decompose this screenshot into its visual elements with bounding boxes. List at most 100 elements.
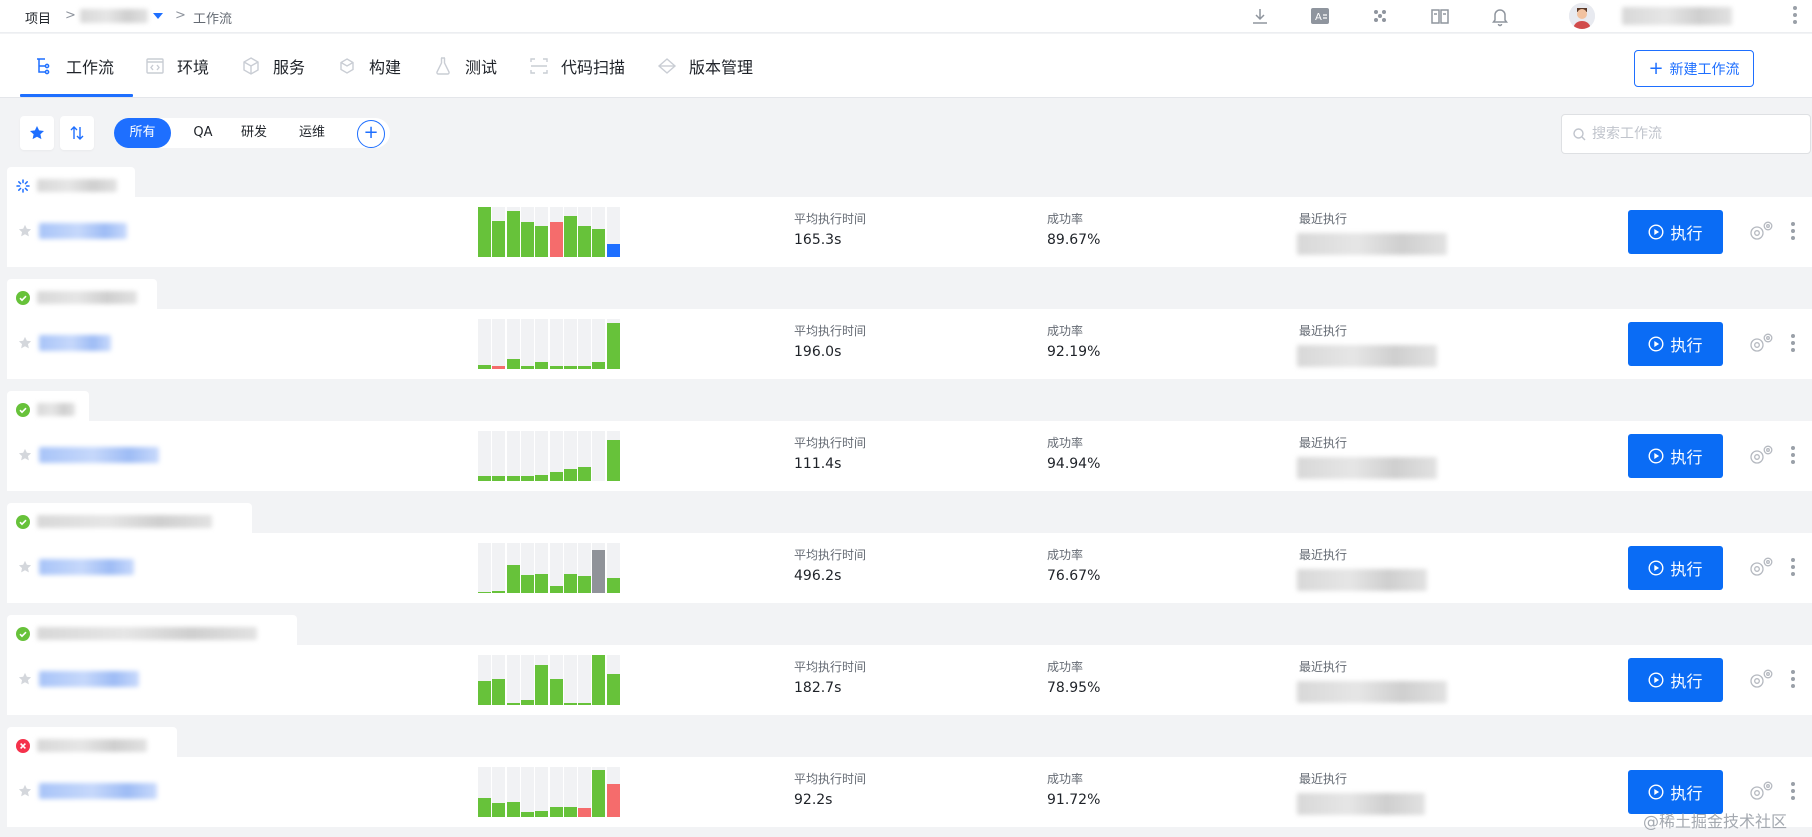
favorite-star-icon[interactable] xyxy=(18,560,32,574)
more-options-icon[interactable] xyxy=(1790,782,1796,802)
history-bar-slot[interactable] xyxy=(592,767,606,817)
history-bar[interactable] xyxy=(535,811,549,817)
history-bar[interactable] xyxy=(606,323,620,369)
history-bar[interactable] xyxy=(520,575,534,593)
favorite-star-icon[interactable] xyxy=(18,784,32,798)
history-bar-slot[interactable] xyxy=(592,655,606,705)
history-bar-slot[interactable] xyxy=(478,207,491,257)
history-bar-slot[interactable] xyxy=(492,655,506,705)
history-bar-slot[interactable] xyxy=(592,543,606,593)
history-bar-slot[interactable] xyxy=(578,543,592,593)
history-bar[interactable] xyxy=(492,366,506,369)
history-bar-slot[interactable] xyxy=(578,767,592,817)
history-bar-slot[interactable] xyxy=(478,319,491,369)
history-bar[interactable] xyxy=(549,222,563,257)
docs-icon[interactable] xyxy=(1429,5,1451,27)
project-dropdown-icon[interactable] xyxy=(153,13,163,19)
history-bar[interactable] xyxy=(478,476,491,481)
history-bar[interactable] xyxy=(506,476,520,481)
history-bar[interactable] xyxy=(606,440,620,481)
history-bar-slot[interactable] xyxy=(549,319,563,369)
history-bar[interactable] xyxy=(578,366,592,369)
history-bar[interactable] xyxy=(549,472,563,481)
run-button[interactable]: 执行 xyxy=(1628,658,1723,702)
tab-services[interactable]: 服务 xyxy=(241,34,305,98)
history-bar-slot[interactable] xyxy=(492,543,506,593)
settings-icon[interactable] xyxy=(1747,219,1775,243)
tab-workflow[interactable]: 工作流 xyxy=(34,34,114,98)
history-bar[interactable] xyxy=(506,802,520,817)
filter-chip-ops[interactable]: 运维 xyxy=(287,118,337,148)
history-bar-slot[interactable] xyxy=(578,655,592,705)
workflow-name-redacted[interactable] xyxy=(39,671,139,687)
history-bar-slot[interactable] xyxy=(506,207,520,257)
history-bar-slot[interactable] xyxy=(606,655,620,705)
settings-icon[interactable] xyxy=(1747,667,1775,691)
search-box[interactable] xyxy=(1561,114,1811,154)
history-bar-slot[interactable] xyxy=(478,655,491,705)
filter-chip-dev[interactable]: 研发 xyxy=(229,118,279,148)
workflow-name-redacted[interactable] xyxy=(39,783,157,799)
history-bar-slot[interactable] xyxy=(563,207,577,257)
history-bar-slot[interactable] xyxy=(478,767,491,817)
filter-chip-qa[interactable]: QA xyxy=(182,118,224,148)
tab-environment[interactable]: 环境 xyxy=(145,34,209,98)
history-bar[interactable] xyxy=(578,226,592,257)
history-bar[interactable] xyxy=(563,216,577,257)
history-bar-slot[interactable] xyxy=(506,767,520,817)
history-bar-slot[interactable] xyxy=(478,543,491,593)
history-bar-slot[interactable] xyxy=(549,207,563,257)
history-bar[interactable] xyxy=(535,226,549,257)
history-bar[interactable] xyxy=(578,808,592,817)
filter-chip-all[interactable]: 所有 xyxy=(114,118,171,148)
user-name-redacted[interactable] xyxy=(1622,7,1732,25)
history-bar[interactable] xyxy=(478,798,491,817)
recent-run-redacted[interactable] xyxy=(1297,457,1437,479)
history-bar[interactable] xyxy=(578,703,592,705)
history-bar[interactable] xyxy=(592,550,606,593)
run-button[interactable]: 执行 xyxy=(1628,322,1723,366)
history-bar-slot[interactable] xyxy=(606,207,620,257)
history-bar[interactable] xyxy=(549,679,563,705)
history-bar[interactable] xyxy=(535,665,549,705)
add-group-button[interactable]: + xyxy=(357,120,385,148)
history-bar-slot[interactable] xyxy=(520,319,534,369)
history-bar[interactable] xyxy=(478,365,491,369)
history-bar-slot[interactable] xyxy=(492,319,506,369)
history-bar-slot[interactable] xyxy=(520,207,534,257)
history-bar-slot[interactable] xyxy=(592,319,606,369)
history-bar-slot[interactable] xyxy=(520,543,534,593)
history-bar[interactable] xyxy=(563,574,577,593)
history-bar[interactable] xyxy=(592,229,606,257)
history-bar[interactable] xyxy=(520,366,534,369)
history-bar[interactable] xyxy=(520,222,534,257)
history-bar[interactable] xyxy=(563,703,577,705)
history-bar[interactable] xyxy=(478,592,491,593)
apps-icon[interactable] xyxy=(1369,5,1391,27)
history-bar[interactable] xyxy=(492,591,506,593)
history-bar[interactable] xyxy=(549,366,563,369)
search-input[interactable] xyxy=(1592,115,1802,153)
history-bar-slot[interactable] xyxy=(506,319,520,369)
history-bar-slot[interactable] xyxy=(549,543,563,593)
history-bar-slot[interactable] xyxy=(520,767,534,817)
more-options-icon[interactable] xyxy=(1790,670,1796,690)
history-bar[interactable] xyxy=(478,207,491,257)
history-bar-slot[interactable] xyxy=(578,207,592,257)
history-bar-slot[interactable] xyxy=(606,431,620,481)
workflow-name-redacted[interactable] xyxy=(39,335,111,351)
more-options-icon[interactable] xyxy=(1790,334,1796,354)
history-bar-slot[interactable] xyxy=(592,431,606,481)
history-bar[interactable] xyxy=(520,812,534,817)
history-bar-slot[interactable] xyxy=(549,767,563,817)
history-bar-slot[interactable] xyxy=(492,767,506,817)
history-bar[interactable] xyxy=(535,475,549,481)
history-bar[interactable] xyxy=(506,565,520,593)
history-bar-slot[interactable] xyxy=(563,543,577,593)
settings-icon[interactable] xyxy=(1747,779,1775,803)
history-bar-slot[interactable] xyxy=(535,767,549,817)
history-bar[interactable] xyxy=(578,576,592,593)
history-bar[interactable] xyxy=(592,655,606,705)
history-bar[interactable] xyxy=(520,476,534,481)
bell-icon[interactable] xyxy=(1489,5,1511,27)
